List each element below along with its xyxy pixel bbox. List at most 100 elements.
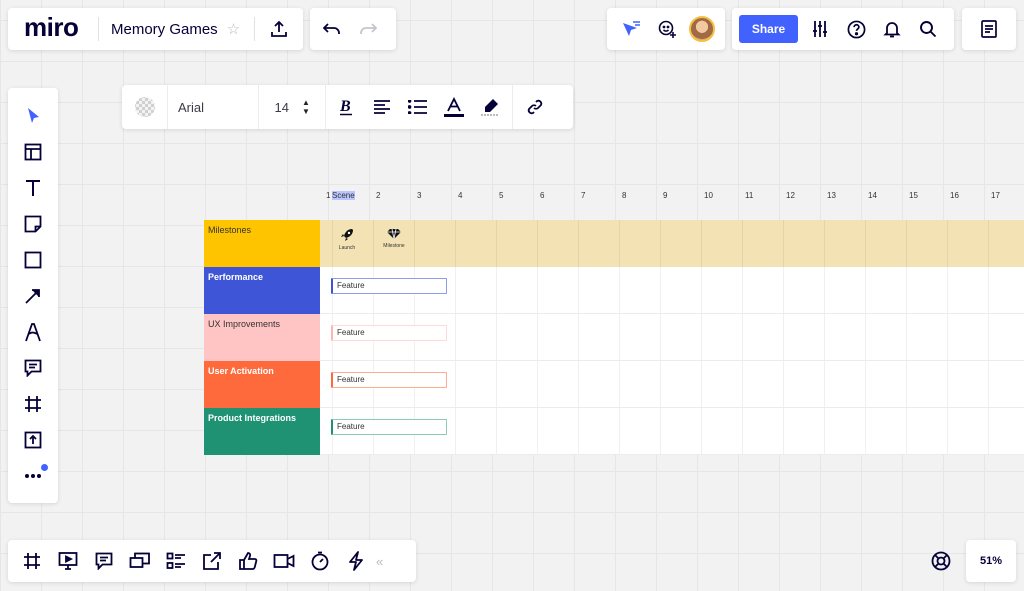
milestone-milestone[interactable]: Milestone <box>379 228 409 249</box>
fill-color-swatch[interactable] <box>135 97 155 117</box>
timeline-row-product-integrations[interactable]: Product Integrations Feature <box>204 408 1024 455</box>
list-button[interactable] <box>400 89 436 125</box>
comment-tool[interactable] <box>15 350 51 386</box>
add-collaborator-button[interactable] <box>649 11 685 47</box>
highlight-button[interactable] <box>472 89 508 125</box>
chevron-up-icon[interactable]: ▲ <box>302 98 310 107</box>
frame-tool[interactable] <box>15 386 51 422</box>
chevron-down-icon[interactable]: ▼ <box>302 107 310 116</box>
export-icon <box>202 551 222 571</box>
pen-icon <box>24 322 42 342</box>
video-call-button[interactable] <box>266 543 302 579</box>
board-title[interactable]: Memory Games <box>111 21 218 38</box>
board-notes-panel <box>962 8 1016 50</box>
font-family-select[interactable]: Arial <box>168 100 258 115</box>
column-number: 14 <box>868 191 877 200</box>
comments-button[interactable] <box>86 543 122 579</box>
text-color-button[interactable] <box>436 89 472 125</box>
redo-button[interactable] <box>350 11 386 47</box>
milestone-launch[interactable]: Launch <box>332 228 362 251</box>
collaboration-panel <box>607 8 725 50</box>
export-button[interactable] <box>194 543 230 579</box>
timer-button[interactable] <box>302 543 338 579</box>
text-tool[interactable] <box>15 170 51 206</box>
connection-line-tool[interactable] <box>15 278 51 314</box>
help-center-button[interactable] <box>923 543 959 579</box>
font-size-input[interactable]: 14 <box>259 100 295 115</box>
export-board-button[interactable] <box>261 11 297 47</box>
feature-card[interactable]: Feature <box>331 325 447 341</box>
row-cells[interactable] <box>320 220 1024 267</box>
board-notes-button[interactable] <box>971 11 1007 47</box>
row-label[interactable]: Product Integrations <box>204 408 320 455</box>
select-tool[interactable] <box>15 98 51 134</box>
undo-icon <box>323 22 341 36</box>
font-size-stepper[interactable]: ▲ ▼ <box>295 98 317 116</box>
timer-icon <box>310 551 330 571</box>
star-icon[interactable]: ☆ <box>227 20 240 38</box>
align-button[interactable] <box>364 89 400 125</box>
row-label[interactable]: UX Improvements <box>204 314 320 361</box>
column-label-scene[interactable]: Scene <box>332 191 355 200</box>
frames-button[interactable] <box>14 543 50 579</box>
bold-button[interactable]: B <box>328 89 364 125</box>
board-header: miro Memory Games ☆ <box>8 8 303 50</box>
voting-button[interactable] <box>230 543 266 579</box>
search-button[interactable] <box>910 11 946 47</box>
settings-button[interactable] <box>802 11 838 47</box>
column-number: 3 <box>417 191 422 200</box>
column-number: 11 <box>745 191 754 200</box>
frame-icon <box>24 395 42 413</box>
lifebuoy-icon <box>931 551 951 571</box>
share-button[interactable]: Share <box>739 15 798 43</box>
row-label[interactable]: User Activation <box>204 361 320 408</box>
avatar[interactable] <box>689 16 715 42</box>
comments-icon <box>95 552 113 570</box>
apps-button[interactable] <box>338 543 374 579</box>
column-number: 6 <box>540 191 545 200</box>
zoom-level[interactable]: 51% <box>980 555 1002 567</box>
column-number: 16 <box>950 191 959 200</box>
notifications-button[interactable] <box>874 11 910 47</box>
feature-card[interactable]: Feature <box>331 419 447 435</box>
text-icon <box>25 179 41 197</box>
row-label[interactable]: Performance <box>204 267 320 314</box>
shape-tool[interactable] <box>15 242 51 278</box>
frames-icon <box>23 552 41 570</box>
upload-tool[interactable] <box>15 422 51 458</box>
collapse-toolbar-button[interactable]: « <box>376 554 383 569</box>
share-panel: Share <box>732 8 954 50</box>
cursor-tracking-button[interactable] <box>613 11 649 47</box>
video-camera-icon <box>273 553 295 569</box>
pen-tool[interactable] <box>15 314 51 350</box>
timeline-row-ux-improvements[interactable]: UX Improvements Feature <box>204 314 1024 361</box>
timeline-row-performance[interactable]: Performance Feature <box>204 267 1024 314</box>
presentation-icon <box>58 551 78 571</box>
undo-button[interactable] <box>314 11 350 47</box>
feature-card[interactable]: Feature <box>331 372 447 388</box>
card-list-icon <box>166 552 186 570</box>
miro-logo[interactable]: miro <box>24 7 86 47</box>
milestone-label: Launch <box>338 245 356 251</box>
templates-icon <box>24 143 42 161</box>
link-button[interactable] <box>517 89 553 125</box>
bell-icon <box>883 20 901 38</box>
column-number: 10 <box>704 191 713 200</box>
sticky-note-tool[interactable] <box>15 206 51 242</box>
divider <box>512 85 513 129</box>
column-number: 13 <box>827 191 836 200</box>
templates-tool[interactable] <box>15 134 51 170</box>
presentation-button[interactable] <box>50 543 86 579</box>
zoom-control[interactable]: 51% <box>966 540 1016 582</box>
milestone-label: Milestone <box>383 243 405 249</box>
timeline-row-user-activation[interactable]: User Activation Feature <box>204 361 1024 408</box>
screen-share-button[interactable] <box>122 543 158 579</box>
card-list-button[interactable] <box>158 543 194 579</box>
row-label[interactable]: Milestones <box>204 220 320 267</box>
timeline-row-milestones[interactable]: Milestones Launch Milestone <box>204 220 1024 267</box>
column-number: 15 <box>909 191 918 200</box>
more-tools-button[interactable] <box>15 458 51 494</box>
help-button[interactable] <box>838 11 874 47</box>
divider <box>325 85 326 129</box>
feature-card[interactable]: Feature <box>331 278 447 294</box>
